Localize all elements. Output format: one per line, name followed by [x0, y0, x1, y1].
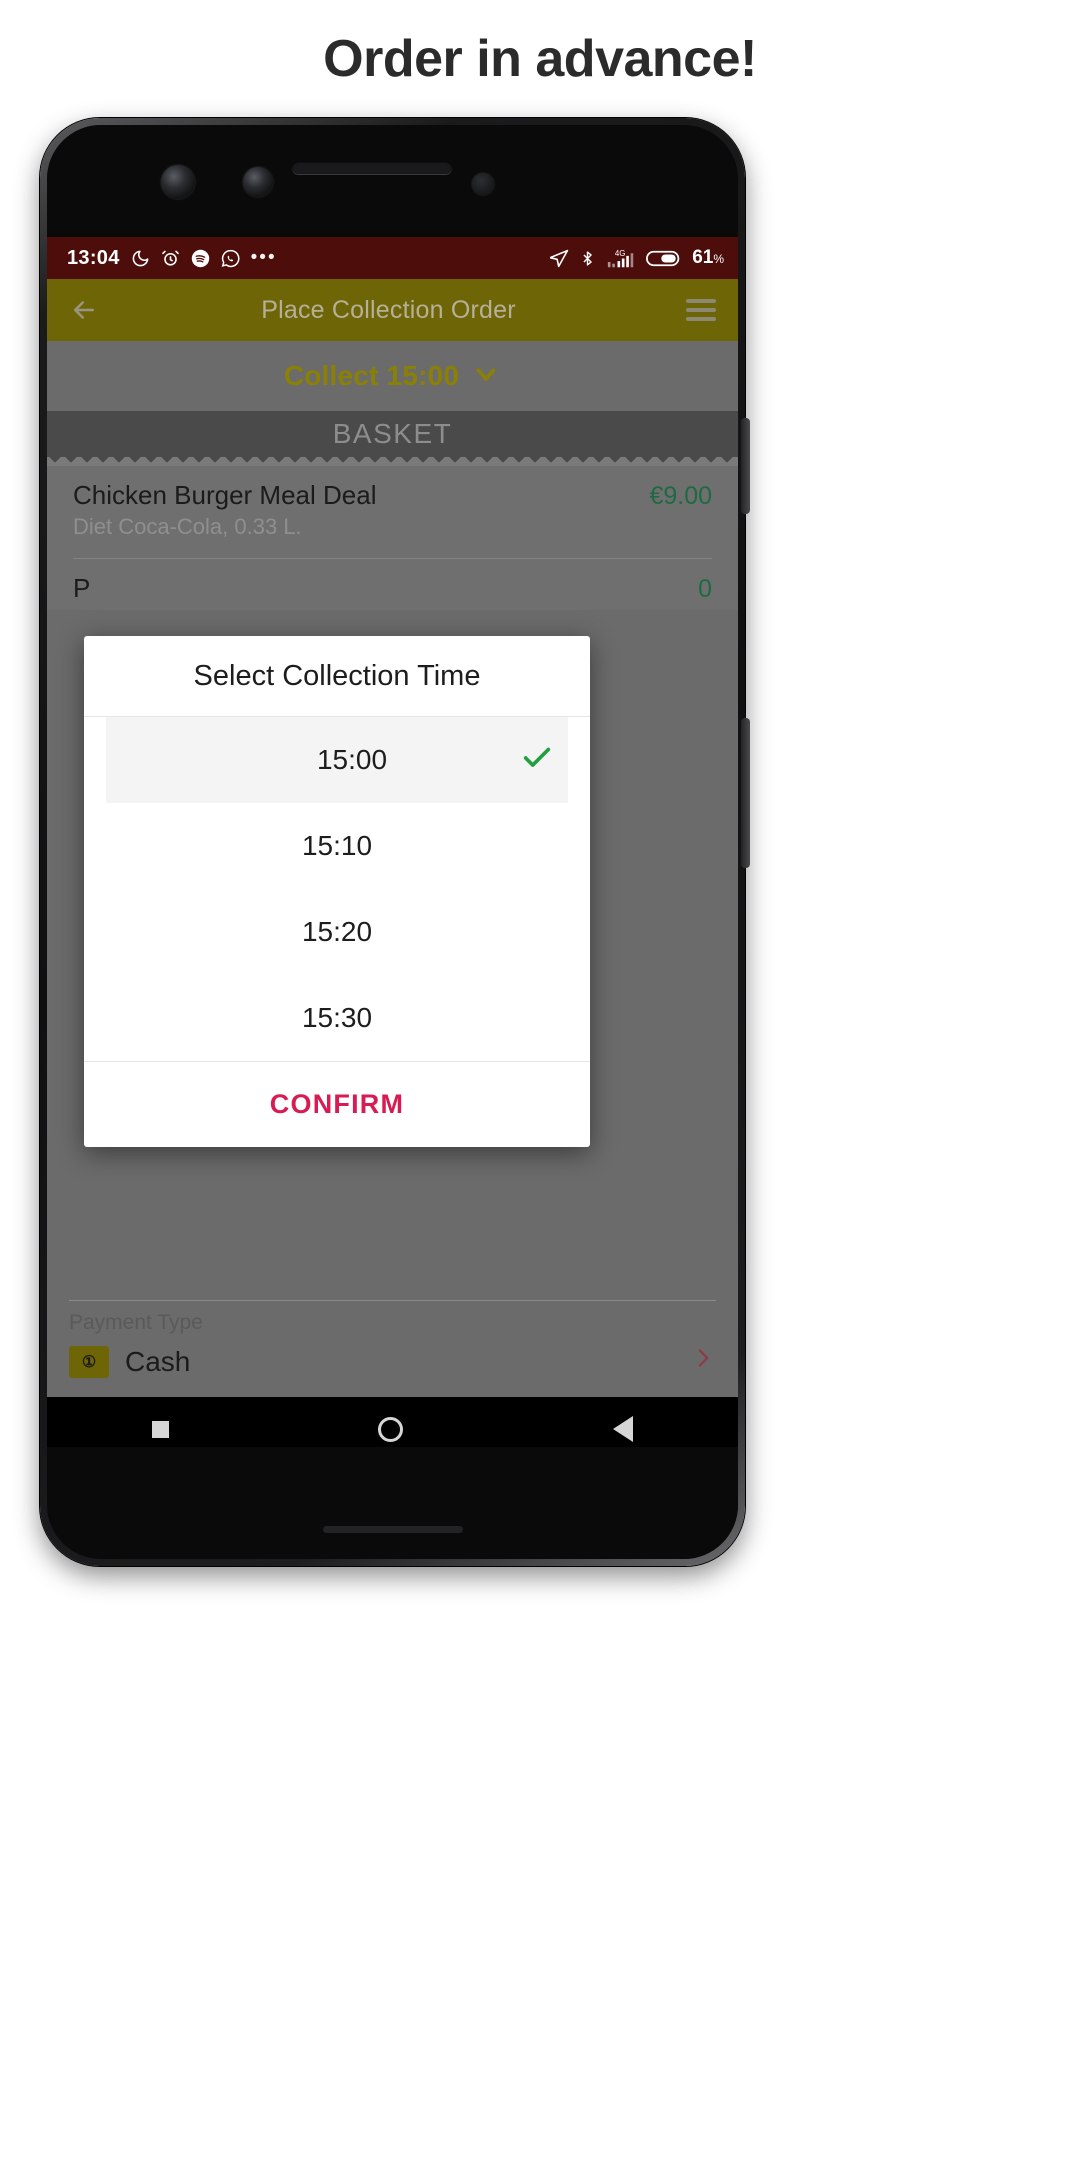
- basket-item-price: 0: [698, 575, 712, 603]
- receipt-serrated-edge: [47, 457, 738, 466]
- basket-section: BASKET: [47, 411, 738, 466]
- basket-item-name: Chicken Burger Meal Deal: [73, 480, 377, 510]
- status-bar: 13:04 ••• 4G 61%: [47, 237, 738, 279]
- hamburger-menu-icon[interactable]: [686, 299, 716, 321]
- bottom-bezel: [47, 1447, 738, 1559]
- payment-section: Payment Type ① Cash: [47, 1300, 738, 1399]
- signal-4g-icon: 4G: [606, 248, 636, 269]
- confirm-button[interactable]: CONFIRM: [270, 1089, 404, 1120]
- dialog-title: Select Collection Time: [84, 636, 590, 717]
- phone-device-frame: 13:04 ••• 4G 61% Place Collection Order …: [40, 118, 750, 1566]
- phone-screen: 13:04 ••• 4G 61% Place Collection Order …: [47, 237, 738, 1461]
- check-icon: [520, 741, 554, 780]
- alarm-icon: [161, 249, 180, 268]
- app-bar: Place Collection Order: [47, 279, 738, 341]
- time-options-list: 15:00 15:10 15:20 15:30: [84, 717, 590, 1061]
- time-option-3[interactable]: 15:30: [84, 975, 590, 1061]
- collect-time-selector[interactable]: Collect 15:00: [47, 341, 738, 411]
- page-title: Order in advance!: [323, 30, 757, 88]
- time-option-label: 15:10: [301, 830, 373, 861]
- time-option-label: 15:00: [316, 744, 388, 775]
- top-bezel: [47, 125, 738, 237]
- payment-method-name: Cash: [125, 1346, 191, 1377]
- secondary-camera-icon: [243, 167, 273, 197]
- bluetooth-icon: [579, 249, 596, 268]
- chevron-down-icon: [471, 359, 501, 394]
- basket-items-list: Chicken Burger Meal Deal €9.00 Diet Coca…: [47, 466, 738, 610]
- table-row[interactable]: P 0: [47, 559, 738, 610]
- cash-note-icon: ①: [69, 1346, 109, 1378]
- whatsapp-icon: [221, 249, 240, 268]
- earpiece-speaker: [292, 161, 452, 174]
- volume-button[interactable]: [741, 418, 750, 514]
- sensor-icon: [472, 173, 494, 195]
- basket-item-name: P: [73, 573, 91, 603]
- location-arrow-icon: [550, 249, 569, 268]
- status-time: 13:04: [67, 246, 120, 269]
- status-bar-right: 4G 61%: [550, 247, 724, 269]
- square-recents-icon[interactable]: [151, 1420, 169, 1438]
- power-button[interactable]: [741, 718, 750, 868]
- chin-accent: [322, 1526, 463, 1533]
- circle-home-icon[interactable]: [378, 1416, 404, 1442]
- moon-icon: [131, 249, 150, 268]
- time-option-0[interactable]: 15:00: [106, 717, 568, 803]
- battery-percent: 61%: [692, 247, 724, 268]
- page-root: Order in advance! 13:04 ••• 4G 61% Place…: [0, 0, 1080, 2160]
- battery-icon: [646, 249, 682, 268]
- time-option-2[interactable]: 15:20: [84, 889, 590, 975]
- basket-item-price: €9.00: [649, 482, 712, 510]
- select-collection-time-dialog: Select Collection Time 15:00 15:10 15:20…: [84, 636, 590, 1147]
- time-option-1[interactable]: 15:10: [84, 803, 590, 889]
- spotify-icon: [191, 249, 210, 268]
- phone-body: 13:04 ••• 4G 61% Place Collection Order …: [47, 125, 738, 1559]
- basket-header: BASKET: [47, 411, 738, 457]
- front-camera-icon: [161, 165, 195, 199]
- svg-text:4G: 4G: [615, 248, 625, 257]
- status-bar-left: 13:04 •••: [67, 246, 277, 269]
- triangle-back-icon[interactable]: [613, 1416, 634, 1442]
- payment-type-label: Payment Type: [69, 1311, 203, 1334]
- table-row[interactable]: Chicken Burger Meal Deal €9.00 Diet Coca…: [47, 466, 738, 546]
- collect-time-label: Collect 15:00: [283, 360, 460, 391]
- app-bar-title: Place Collection Order: [261, 295, 516, 324]
- payment-method-row[interactable]: ① Cash: [47, 1339, 738, 1399]
- time-option-label: 15:20: [301, 916, 373, 947]
- chevron-right-icon[interactable]: [690, 1343, 716, 1381]
- basket-item-sub: Diet Coca-Cola, 0.33 L.: [73, 514, 302, 539]
- dialog-footer: CONFIRM: [84, 1061, 590, 1147]
- time-option-label: 15:30: [301, 1002, 373, 1033]
